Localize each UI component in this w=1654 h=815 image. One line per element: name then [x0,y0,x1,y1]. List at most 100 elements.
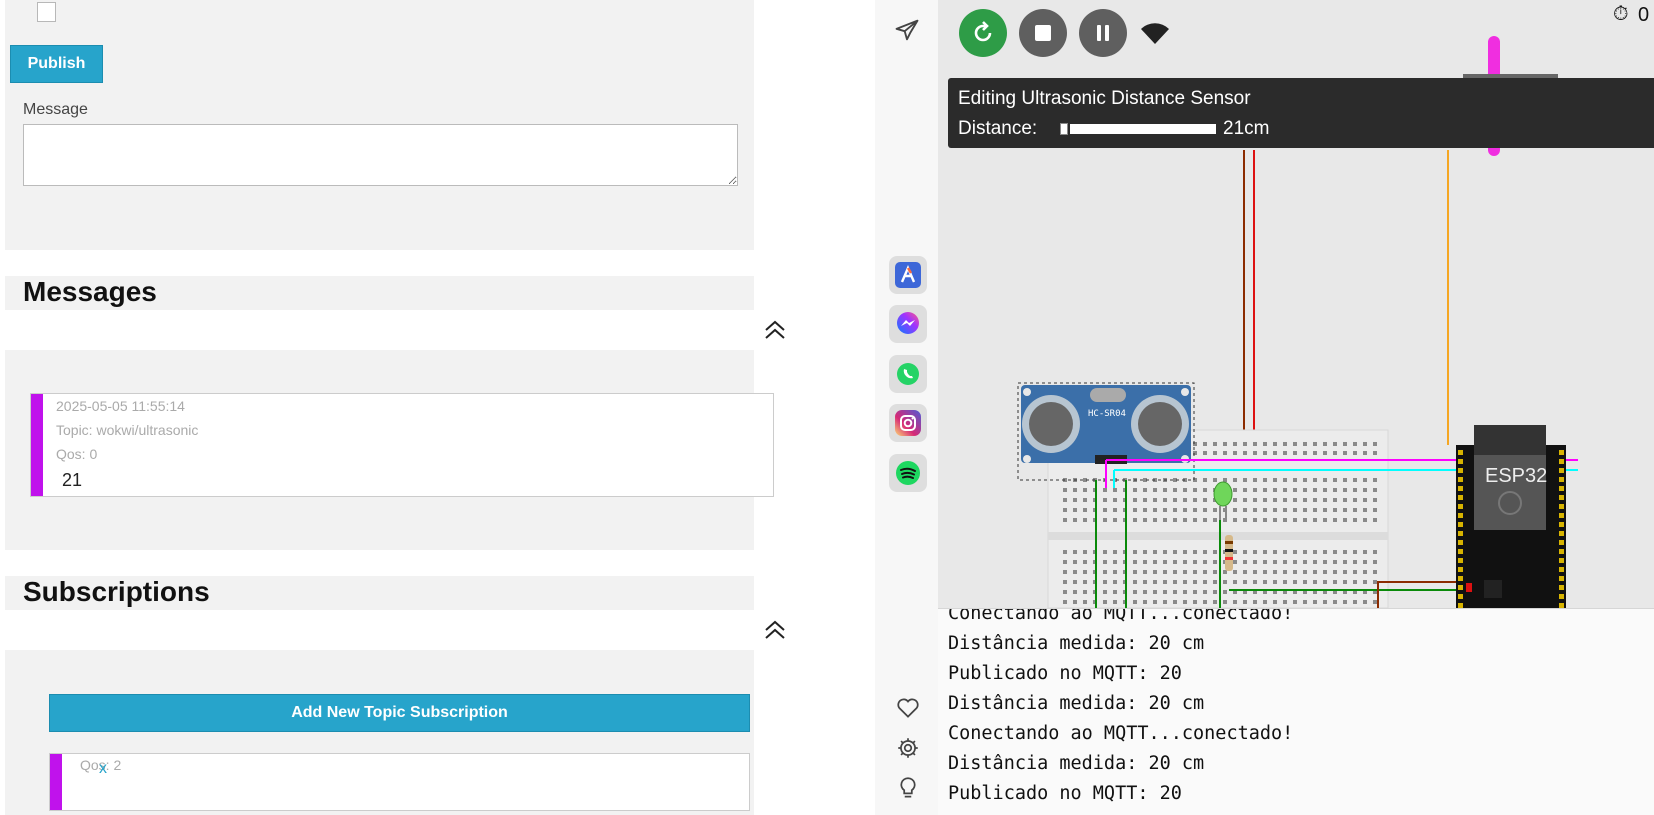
breadboard-hole [1373,488,1377,492]
breadboard-hole [1313,580,1317,584]
breadboard-hole [1313,550,1317,554]
breadboard-hole [1303,508,1307,512]
esp32-pin [1458,504,1463,509]
esp32-pin [1458,558,1463,563]
popup-title: Editing Ultrasonic Distance Sensor [958,88,1251,109]
breadboard-hole [1353,498,1357,502]
breadboard-hole [1353,442,1357,446]
breadboard-hole [1293,478,1297,482]
serial-monitor[interactable]: Conectando ao MQTT...conectado! Distânci… [938,608,1654,815]
breadboard-hole [1213,560,1217,564]
breadboard-hole [1353,560,1357,564]
breadboard-hole [1343,488,1347,492]
breadboard-hole [1103,518,1107,522]
breadboard-hole [1233,580,1237,584]
stop-icon [1035,25,1051,41]
breadboard-hole [1233,451,1237,455]
breadboard-hole [1273,442,1277,446]
breadboard-hole [1143,508,1147,512]
remove-subscription-button[interactable]: x [99,760,107,778]
message-card: 2025-05-05 11:55:14 Topic: wokwi/ultraso… [30,393,774,497]
message-timestamp: 2025-05-05 11:55:14 [56,398,185,414]
breadboard-hole [1343,560,1347,564]
lightbulb-icon[interactable] [895,775,921,801]
stop-simulation-button[interactable] [1019,9,1067,57]
breadboard-hole [1243,600,1247,604]
breadboard-hole [1113,488,1117,492]
distance-slider[interactable] [1052,122,1220,136]
serial-line: Publicado no MQTT: 20 [948,663,1182,684]
breadboard-hole [1353,518,1357,522]
breadboard-hole [1233,550,1237,554]
simulation-canvas[interactable]: HC-SR04 ESP32 ⏱ 0 Editing Ultrasonic Dis… [938,0,1654,608]
pause-simulation-button[interactable] [1079,9,1127,57]
breadboard-hole [1353,508,1357,512]
app-launcher-icon[interactable] [889,256,927,294]
collapse-messages-icon[interactable] [763,318,787,342]
publish-button[interactable]: Publish [10,45,103,83]
instagram-icon[interactable] [889,404,927,442]
breadboard-hole [1173,600,1177,604]
breadboard-hole [1243,508,1247,512]
esp32-board: ESP32 [1456,425,1566,608]
mqtt-client-panel: Publish Message Messages 2025-05-05 11:5… [0,0,826,815]
distance-slider-thumb[interactable] [1060,123,1068,135]
breadboard-hole [1103,550,1107,554]
breadboard-hole [1313,451,1317,455]
breadboard-hole [1163,488,1167,492]
messenger-icon[interactable] [889,305,927,343]
breadboard-hole [1333,560,1337,564]
serial-line: Distância medida: 20 cm [948,693,1205,714]
spotify-icon[interactable] [889,454,927,492]
esp32-pin [1559,495,1564,500]
breadboard-hole [1223,590,1227,594]
esp32-pin [1458,594,1463,599]
message-textarea[interactable] [23,124,738,186]
breadboard-hole [1303,478,1307,482]
esp32-pin [1559,486,1564,491]
esp32-pin [1458,576,1463,581]
breadboard-hole [1063,550,1067,554]
gear-icon[interactable] [895,735,921,761]
breadboard-hole [1223,442,1227,446]
breadboard-hole [1373,550,1377,554]
breadboard-hole [1153,590,1157,594]
breadboard-hole [1343,550,1347,554]
breadboard-hole [1333,600,1337,604]
esp32-pin [1458,450,1463,455]
collapse-subscriptions-icon[interactable] [763,618,787,642]
breadboard-hole [1303,580,1307,584]
breadboard-hole [1273,451,1277,455]
breadboard-hole [1283,498,1287,502]
breadboard-hole [1153,488,1157,492]
breadboard-hole [1253,451,1257,455]
heart-icon[interactable] [895,695,921,721]
breadboard-hole [1343,570,1347,574]
whatsapp-icon[interactable] [889,355,927,393]
breadboard-hole [1373,508,1377,512]
breadboard-hole [1283,442,1287,446]
breadboard-hole [1183,600,1187,604]
restart-simulation-button[interactable] [959,9,1007,57]
breadboard-hole [1163,580,1167,584]
breadboard-hole [1303,442,1307,446]
distance-value: 21cm [1223,118,1270,139]
breadboard-hole [1363,498,1367,502]
breadboard-hole [1333,442,1337,446]
esp32-pin [1458,585,1463,590]
breadboard-hole [1323,560,1327,564]
breadboard-hole [1313,560,1317,564]
wifi-icon[interactable] [1140,22,1170,46]
breadboard-hole [1103,488,1107,492]
breadboard-hole [1303,560,1307,564]
breadboard-hole [1173,560,1177,564]
esp32-pin [1458,549,1463,554]
breadboard-hole [1133,590,1137,594]
breadboard-hole [1373,560,1377,564]
retain-checkbox[interactable] [37,2,56,22]
add-topic-subscription-button[interactable]: Add New Topic Subscription [49,694,750,732]
breadboard-hole [1073,580,1077,584]
airplane-icon[interactable] [893,16,921,44]
pause-icon [1097,25,1109,41]
sensor-label: HC-SR04 [1088,409,1126,419]
